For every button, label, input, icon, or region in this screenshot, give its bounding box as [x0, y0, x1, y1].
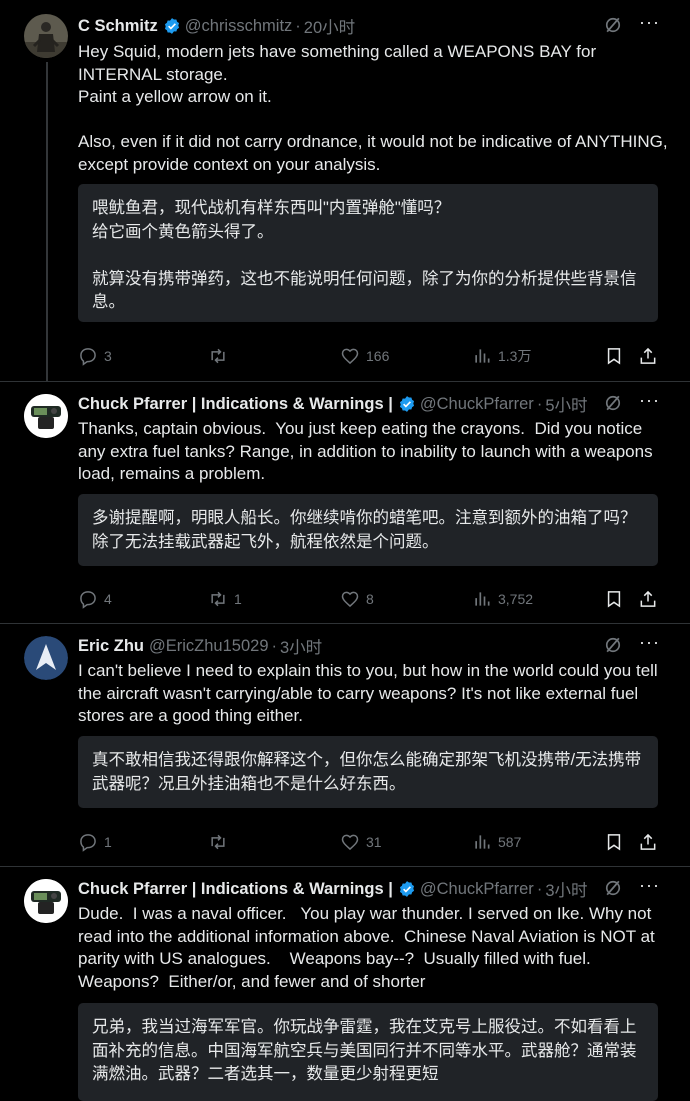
tweet-4[interactable]: Chuck Pfarrer | Indications & Warnings |…	[0, 867, 690, 1101]
retweet-icon	[211, 348, 225, 364]
bookmark-icon	[607, 591, 621, 608]
grok-icon[interactable]	[603, 878, 623, 898]
tweet-3[interactable]: Eric Zhu @EricZhu15029 · 3小时 ··· I can't…	[0, 624, 690, 866]
author-name[interactable]: Eric Zhu	[78, 637, 144, 656]
tweet-header: C Schmitz @chrisschmitz · 20小时 ···	[78, 13, 660, 38]
retweet-icon	[211, 834, 225, 850]
more-icon[interactable]: ···	[639, 876, 660, 898]
retweet-icon	[211, 591, 225, 607]
separator-dot: ·	[295, 16, 301, 35]
reply-count: 1	[104, 834, 112, 850]
share-icon	[640, 347, 656, 364]
verified-badge-icon	[399, 881, 414, 897]
tweet-text: Dude. I was a naval officer. You play wa…	[78, 904, 660, 991]
tweet-header: Chuck Pfarrer | Indications & Warnings |…	[78, 876, 660, 901]
bookmark-button[interactable]	[604, 830, 624, 854]
like-icon	[341, 834, 359, 851]
bookmark-icon	[607, 834, 621, 851]
like-button[interactable]: 166	[340, 344, 389, 368]
reply-button[interactable]: 1	[78, 830, 112, 854]
tweet-1[interactable]: C Schmitz @chrisschmitz · 20小时 ··· Hey S…	[0, 0, 690, 381]
translation-box: 真不敢相信我还得跟你解释这个，但你怎么能确定那架飞机没携带/无法携带武器呢？况且…	[78, 736, 658, 808]
view-count: 1.3万	[498, 348, 532, 364]
bookmark-button[interactable]	[604, 344, 624, 368]
like-icon	[341, 591, 359, 608]
avatar[interactable]	[24, 14, 68, 58]
tweet-time[interactable]: 3小时	[545, 877, 587, 901]
action-bar: 1 31 587	[78, 830, 660, 854]
grok-icon[interactable]	[603, 635, 623, 655]
bookmark-icon	[607, 348, 621, 365]
action-bar: 3 166 1.3万	[78, 344, 660, 368]
tweet-time[interactable]: 3小时	[280, 634, 322, 658]
reply-button[interactable]: 4	[78, 587, 112, 611]
reply-count: 4	[104, 591, 112, 607]
grok-icon[interactable]	[603, 393, 623, 413]
retweet-button[interactable]	[208, 344, 234, 368]
author-handle[interactable]: @ChuckPfarrer	[420, 395, 534, 414]
reply-icon	[80, 591, 96, 609]
reply-icon	[80, 834, 96, 852]
verified-badge-icon	[164, 18, 179, 34]
reply-button[interactable]: 3	[78, 344, 112, 368]
like-count: 166	[366, 348, 390, 364]
author-handle[interactable]: @chrisschmitz	[185, 17, 293, 36]
thread-line	[46, 62, 48, 381]
tweet-text: Thanks, captain obvious. You just keep e…	[78, 419, 658, 484]
tweet-2[interactable]: Chuck Pfarrer | Indications & Warnings |…	[0, 382, 690, 623]
tweet-header: Chuck Pfarrer | Indications & Warnings |…	[78, 391, 660, 416]
like-button[interactable]: 31	[340, 830, 382, 854]
retweet-button[interactable]: 1	[208, 587, 242, 611]
share-button[interactable]	[638, 344, 658, 368]
like-count: 31	[366, 834, 382, 850]
more-icon[interactable]: ···	[639, 633, 660, 655]
views-button[interactable]: 587	[472, 830, 521, 854]
views-icon	[475, 835, 490, 849]
views-button[interactable]: 1.3万	[472, 344, 531, 368]
bookmark-button[interactable]	[604, 587, 624, 611]
avatar[interactable]	[24, 394, 68, 438]
share-icon	[640, 590, 656, 607]
tweet-text: Hey Squid, modern jets have something ca…	[78, 42, 668, 174]
author-name[interactable]: Chuck Pfarrer | Indications & Warnings |	[78, 880, 393, 899]
share-icon	[640, 833, 656, 850]
avatar[interactable]	[24, 879, 68, 923]
author-name[interactable]: Chuck Pfarrer | Indications & Warnings |	[78, 395, 393, 414]
author-handle[interactable]: @EricZhu15029	[149, 637, 268, 656]
author-handle[interactable]: @ChuckPfarrer	[420, 880, 534, 899]
separator-dot: ·	[536, 879, 543, 898]
translation-box: 喂鱿鱼君，现代战机有样东西叫"内置弹舱"懂吗？ 给它画个黄色箭头得了。 就算没有…	[78, 184, 658, 322]
tweet-time[interactable]: 5小时	[545, 392, 587, 416]
translation-box: 多谢提醒啊，明眼人船长。你继续啃你的蜡笔吧。注意到额外的油箱了吗？除了无法挂载武…	[78, 494, 658, 566]
more-icon[interactable]: ···	[639, 391, 660, 413]
share-button[interactable]	[638, 587, 658, 611]
author-name[interactable]: C Schmitz	[78, 17, 158, 36]
views-icon	[475, 592, 490, 606]
views-button[interactable]: 3,752	[472, 587, 533, 611]
retweet-count: 1	[234, 591, 242, 607]
views-icon	[475, 349, 490, 363]
view-count: 587	[498, 834, 522, 850]
share-button[interactable]	[638, 830, 658, 854]
retweet-button[interactable]	[208, 830, 234, 854]
separator-dot: ·	[271, 636, 278, 655]
view-count: 3,752	[498, 591, 534, 607]
like-count: 8	[366, 591, 374, 607]
tweet-text: I can't believe I need to explain this t…	[78, 661, 663, 726]
tweet-time[interactable]: 20小时	[304, 14, 355, 38]
reply-count: 3	[104, 348, 112, 364]
like-button[interactable]: 8	[340, 587, 374, 611]
more-icon[interactable]: ···	[639, 13, 660, 35]
grok-icon[interactable]	[603, 15, 623, 35]
action-bar: 4 1 8 3,752	[78, 587, 660, 611]
verified-badge-icon	[399, 396, 414, 412]
reply-icon	[80, 348, 96, 366]
separator-dot: ·	[536, 394, 543, 413]
like-icon	[341, 348, 359, 365]
avatar[interactable]	[24, 636, 68, 680]
translation-box: 兄弟，我当过海军军官。你玩战争雷霆，我在艾克号上服役过。不如看看上面补充的信息。…	[78, 1003, 658, 1101]
tweet-header: Eric Zhu @EricZhu15029 · 3小时 ···	[78, 633, 660, 658]
